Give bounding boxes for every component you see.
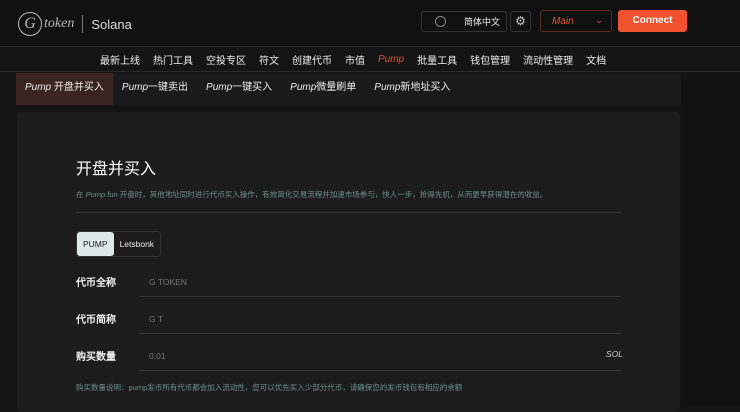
nav-item[interactable]: 最新上线 [100,52,140,67]
unit-label: SOL [605,349,623,359]
tab-prefix: Pump [374,82,401,93]
buy-amount-input[interactable] [139,341,621,371]
nav-item[interactable]: 文档 [586,52,606,67]
token-name-input[interactable] [139,267,621,297]
description: 在 Pump.fun 开盘时，其他地址同时进行代币买入操作，有效简化交易流程并加… [76,189,547,200]
sub-tabs: Pump 开盘并买入 Pump一键卖出 Pump一键买入 Pump微量刷单 Pu… [16,73,681,105]
nav-item[interactable]: 流动性管理 [523,52,573,67]
right-panel [681,73,740,405]
tab-label: 新地址买入 [400,82,451,93]
tab-new-address-buy[interactable]: Pump新地址买入 [365,73,459,105]
buy-amount-row: 购买数量 SOL [76,341,623,371]
logo-text: token [44,16,75,31]
network-value: Main [552,16,574,27]
nav-item[interactable]: 批量工具 [417,52,457,67]
tab-label: 一键卖出 [148,82,189,93]
tab-label: 微量刷单 [316,82,357,93]
tab-open-and-buy[interactable]: Pump 开盘并买入 [16,73,113,105]
nav-item[interactable]: 空投专区 [206,52,246,67]
token-name-row: 代币全称 [76,267,621,297]
desc-emphasis: Pump.fun [85,190,118,199]
tab-label: 开盘并买入 [51,82,104,93]
logo-icon: G [18,12,42,36]
buy-amount-note: 购买数量说明：pump发币所有代币都会加入流动性，您可以优先买入少部分代币，请确… [76,383,463,392]
token-symbol-input[interactable] [139,304,621,334]
desc-text: 在 [76,190,86,199]
settings-button[interactable]: ⚙ [510,11,531,32]
language-selector[interactable]: 简体中文 [421,11,507,32]
nav-item[interactable]: 热门工具 [153,52,193,67]
chain-label: Solana [91,16,132,32]
tab-prefix: Pump [206,82,233,93]
nav-item[interactable]: 市值 [345,52,365,67]
nav-item-pump[interactable]: Pump [378,54,404,65]
page-title: 开盘并买入 [76,161,157,178]
platform-toggle: PUMP Letsbonk [76,231,162,257]
globe-icon [435,16,446,27]
tab-label: 一键买入 [232,82,273,93]
divider [82,15,84,33]
tab-micro-volume[interactable]: Pump微量刷单 [281,73,365,105]
network-select[interactable]: Main ⌄ [540,10,612,32]
nav-item[interactable]: 创建代币 [292,52,332,67]
gear-icon: ⚙ [515,14,526,28]
form-card: 开盘并买入 在 Pump.fun 开盘时，其他地址同时进行代币买入操作，有效简化… [17,112,680,412]
platform-pump-button[interactable]: PUMP [77,232,114,256]
field-label: 购买数量 [76,352,116,363]
connect-button[interactable]: Connect [618,10,687,32]
token-symbol-row: 代币简称 [76,304,621,334]
tab-one-click-buy[interactable]: Pump一键买入 [197,73,281,105]
language-label: 简体中文 [464,17,501,27]
field-label: 代币简称 [76,315,116,326]
nav-item[interactable]: 符文 [259,52,279,67]
tab-prefix: Pump [25,82,52,93]
platform-letsbonk-button[interactable]: Letsbonk [114,232,161,256]
tab-prefix: Pump [121,82,149,93]
chevron-down-icon: ⌄ [595,15,603,25]
logo[interactable]: G token Solana [18,12,132,36]
main-nav: 最新上线 热门工具 空投专区 符文 创建代币 市值 Pump 批量工具 钱包管理… [0,48,740,72]
nav-item[interactable]: 钱包管理 [470,52,510,67]
divider [76,212,621,213]
desc-text: 开盘时，其他地址同时进行代币买入操作，有效简化交易流程并加速市场参与，快人一步，… [117,190,548,199]
tab-prefix: Pump [290,82,317,93]
field-label: 代币全称 [76,278,116,289]
tab-one-click-sell[interactable]: Pump一键卖出 [113,73,197,105]
header: G token Solana 简体中文 ⚙ Main ⌄ Connect [0,0,740,47]
